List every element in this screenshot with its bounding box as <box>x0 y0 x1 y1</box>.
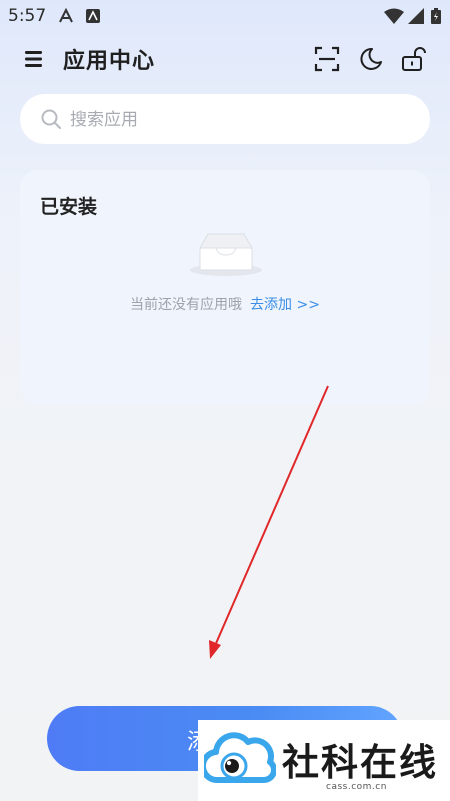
search-bar[interactable] <box>20 94 430 144</box>
font-a-icon <box>59 8 73 23</box>
watermark-url: cass.com.cn <box>326 782 387 792</box>
scan-icon[interactable] <box>313 45 341 73</box>
empty-state-text: 当前还没有应用哦 <box>130 297 243 313</box>
moon-icon[interactable] <box>357 45 385 73</box>
search-icon <box>41 109 61 129</box>
search-input[interactable] <box>68 103 412 137</box>
installed-section: 已安装 当前还没有应用哦 去添加 >> <box>20 170 430 405</box>
go-add-link[interactable]: 去添加 >> <box>250 297 320 313</box>
wifi-icon <box>384 8 404 24</box>
menu-icon[interactable] <box>22 46 48 72</box>
app-notification-icon <box>86 9 100 23</box>
status-bar: 5:57 <box>0 0 450 32</box>
empty-box-icon <box>190 233 262 276</box>
signal-icon <box>408 8 424 24</box>
battery-icon <box>431 8 441 24</box>
unlock-icon[interactable] <box>399 45 427 73</box>
status-time: 5:57 <box>8 6 47 26</box>
app-header: 应用中心 <box>0 36 450 84</box>
watermark-title: 社科在线 <box>282 740 438 784</box>
cloud-eye-logo <box>204 732 276 784</box>
watermark: 社科在线 cass.com.cn <box>198 720 450 801</box>
empty-state: 当前还没有应用哦 去添加 >> <box>20 294 430 314</box>
section-title: 已安装 <box>40 196 98 218</box>
page-title: 应用中心 <box>63 49 156 74</box>
